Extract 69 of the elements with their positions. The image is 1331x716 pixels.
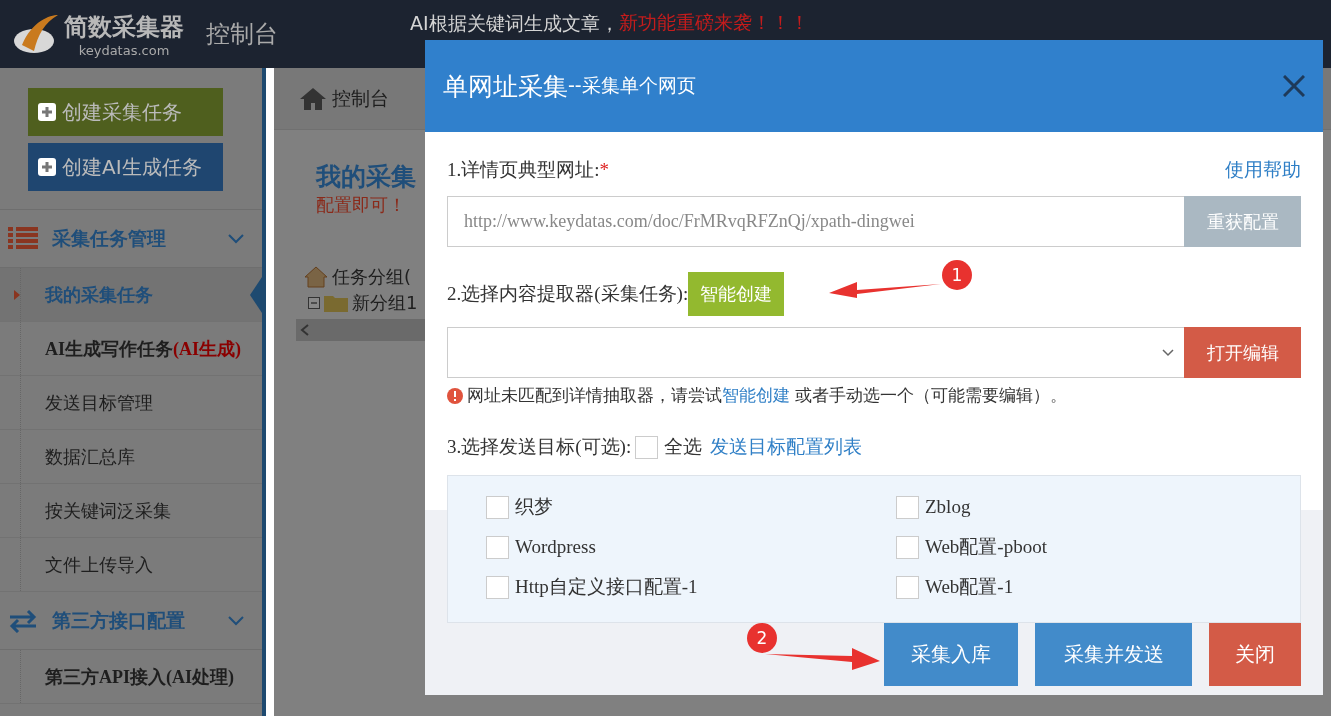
smart-create-link[interactable]: 智能创建: [722, 385, 790, 405]
target-config-link[interactable]: 发送目标配置列表: [710, 434, 863, 460]
create-task-button[interactable]: 创建AI生成任务: [28, 143, 223, 191]
target-checkbox[interactable]: [486, 495, 509, 519]
target-checkbox[interactable]: [896, 495, 919, 519]
plus-icon: [38, 158, 56, 176]
modal-subtitle: --采集单个网页: [568, 73, 697, 98]
field-label: 2.选择内容提取器(采集任务):: [447, 282, 689, 306]
page-heading: 我的采集: [316, 161, 416, 193]
target-label[interactable]: Web配置-1: [925, 574, 1014, 600]
sidebar-item[interactable]: 发送目标管理: [0, 376, 262, 430]
sidebar-group-title: 第三方接口配置: [52, 607, 186, 633]
sidebar-group-title: 采集任务管理: [52, 225, 167, 251]
folder-icon: [324, 294, 348, 312]
sidebar-item[interactable]: 第三方API接入(AI处理): [0, 650, 262, 704]
tree-node[interactable]: 新分组1: [352, 291, 418, 315]
plus-icon: [38, 103, 56, 121]
open-editor-button[interactable]: 打开编辑: [1184, 327, 1301, 378]
warning-message: 网址未匹配到详情抽取器，请尝试智能创建 或者手动选一个（可能需要编辑）。: [467, 384, 1068, 407]
target-label[interactable]: Http自定义接口配置-1: [515, 574, 698, 600]
home-icon: [300, 87, 326, 110]
extractor-select[interactable]: [447, 327, 1184, 378]
chevron-down-icon[interactable]: [228, 233, 244, 244]
dialog-action-button[interactable]: 采集入库: [884, 623, 1018, 686]
target-label[interactable]: 织梦: [515, 494, 553, 520]
header-title: 控制台: [206, 19, 278, 50]
collapse-icon[interactable]: [308, 297, 320, 309]
target-checkbox[interactable]: [486, 535, 509, 559]
target-checkbox[interactable]: [486, 575, 509, 599]
caret-right-icon: [14, 290, 20, 300]
announcement-highlight: 新功能重磅来袭！！！: [618, 12, 809, 34]
scroll-left-icon[interactable]: [300, 324, 310, 336]
field-label: 3.选择发送目标(可选):: [447, 435, 632, 459]
target-checkbox[interactable]: [896, 575, 919, 599]
page-subheading: 配置即可！: [316, 193, 406, 217]
close-button[interactable]: [1283, 75, 1305, 97]
sidebar-item[interactable]: 数据汇总库: [0, 430, 262, 484]
target-label[interactable]: Web配置-pboot: [925, 534, 1047, 560]
dialog-action-button[interactable]: 关闭: [1209, 623, 1301, 686]
url-input[interactable]: http://www.keydatas.com/doc/FrMRvqRFZnQj/xpath-dingwei: [447, 196, 1184, 247]
warning-icon: [447, 387, 463, 404]
target-checkbox[interactable]: [896, 535, 919, 559]
close-icon: [1283, 75, 1305, 97]
chevron-down-icon[interactable]: [228, 615, 244, 626]
help-link[interactable]: 使用帮助: [1225, 157, 1301, 183]
logo-subtext: keydatas.com: [78, 42, 170, 58]
sidebar-item[interactable]: 按关键词泛采集: [0, 484, 262, 538]
smart-create-button[interactable]: 智能创建: [688, 272, 785, 316]
select-all-checkbox[interactable]: [635, 435, 659, 459]
modal-title: 单网址采集: [443, 70, 568, 103]
field-label: 1.详情页典型网址:*: [447, 158, 610, 182]
target-label[interactable]: Zblog: [925, 496, 971, 518]
select-all-label[interactable]: 全选: [664, 434, 703, 460]
announcement-text: AI根据关键词生成文章，: [410, 12, 619, 34]
create-task-button[interactable]: 创建采集任务: [28, 88, 223, 136]
reload-config-button[interactable]: 重获配置: [1184, 196, 1301, 247]
sidebar-item[interactable]: AI生成写作任务(AI生成): [0, 322, 262, 376]
list-icon: [8, 226, 38, 251]
sidebar-group-header[interactable]: 第三方接口配置: [0, 592, 262, 650]
logo-text: 简数采集器: [64, 11, 184, 43]
home-icon: [304, 266, 328, 288]
chevron-down-icon: [1162, 348, 1174, 357]
tree-node[interactable]: 任务分组(: [332, 265, 412, 289]
target-label[interactable]: Wordpress: [515, 536, 596, 558]
swap-arrows-icon: [8, 608, 38, 633]
sidebar-item[interactable]: 文件上传导入: [0, 538, 262, 592]
dialog-action-button[interactable]: 采集并发送: [1035, 623, 1192, 686]
breadcrumb-link[interactable]: 控制台: [332, 85, 389, 112]
active-pointer-icon: [250, 277, 262, 313]
